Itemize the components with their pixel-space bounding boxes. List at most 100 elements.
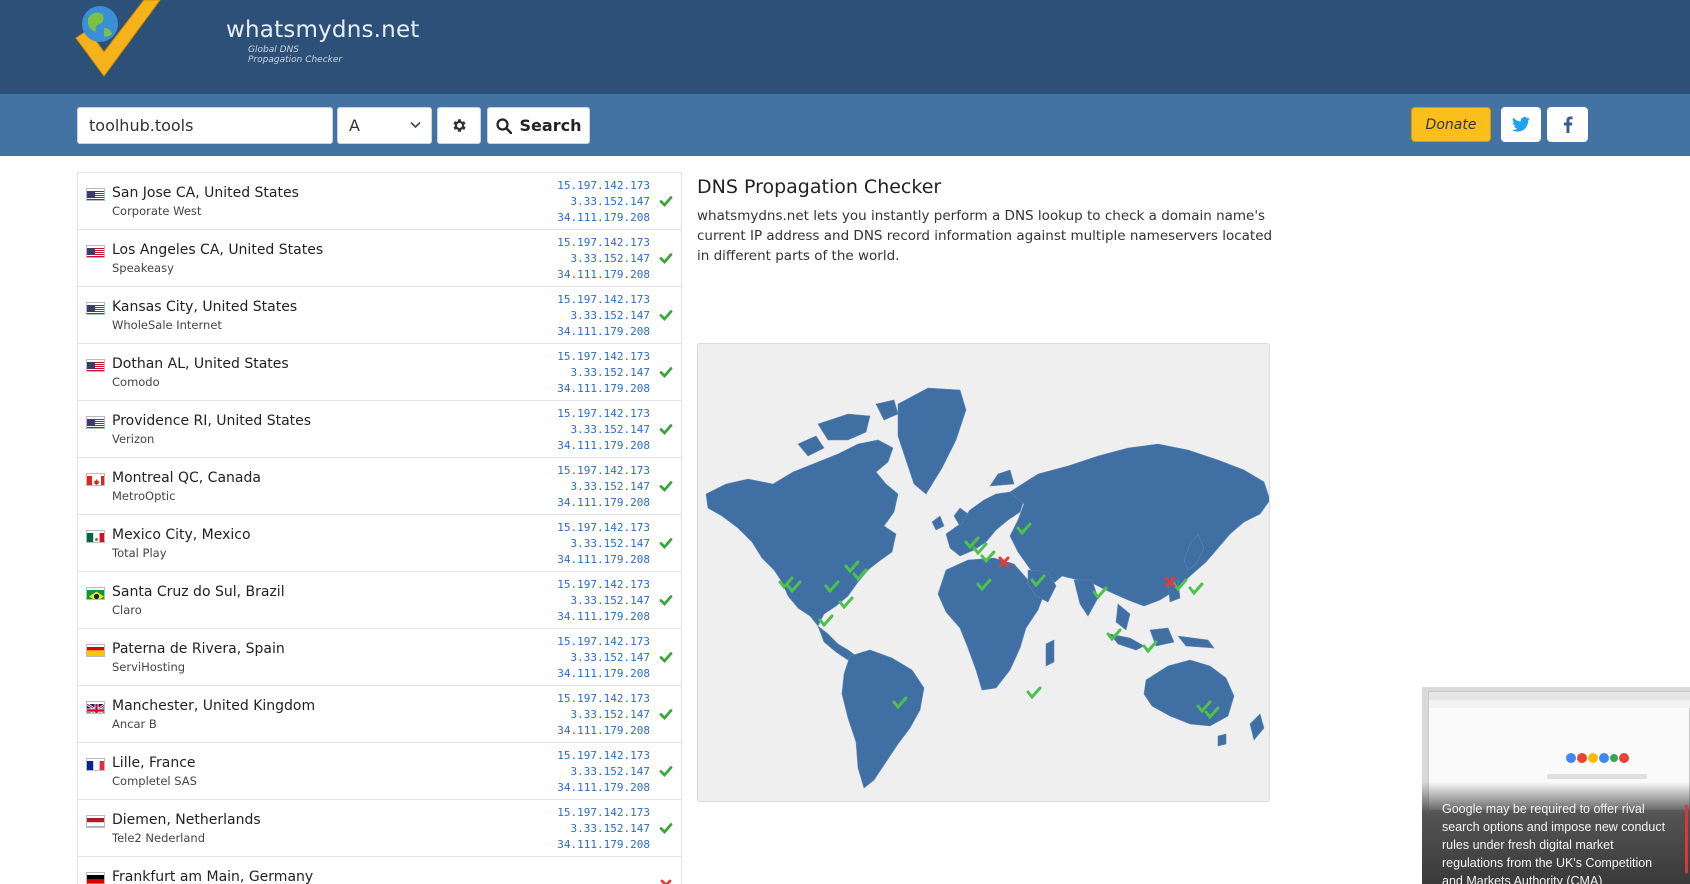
ip-list: 15.197.142.173 3.33.152.147 34.111.179.208 [557,235,650,283]
result-row[interactable]: Providence RI, United States Verizon 15.… [78,401,681,458]
ip-list: 15.197.142.173 3.33.152.147 34.111.179.208 [557,406,650,454]
result-row[interactable]: Paterna de Rivera, Spain ServiHosting 15… [78,629,681,686]
server-location: Los Angeles CA, United States [112,242,324,258]
flag-br-icon [86,587,105,600]
page-title: DNS Propagation Checker [697,176,942,198]
ip-address: 34.111.179.208 [557,781,650,794]
check-icon [659,421,673,436]
ip-address: 3.33.152.147 [570,480,650,493]
world-map[interactable] [697,343,1270,802]
settings-button[interactable] [437,107,481,144]
ip-address: 15.197.142.173 [557,407,650,420]
results-list: San Jose CA, United States Corporate Wes… [77,172,682,884]
chevron-down-icon [410,121,421,129]
result-row[interactable]: Montreal QC, Canada MetroOptic 15.197.14… [78,458,681,515]
server-location: Lille, France [112,755,196,771]
flag-de-icon [86,872,105,884]
ip-address: 34.111.179.208 [557,724,650,737]
ip-list: 15.197.142.173 3.33.152.147 34.111.179.208 [557,349,650,397]
domain-input[interactable] [77,107,333,144]
check-icon [659,193,673,208]
check-icon [659,307,673,322]
cross-icon [659,877,673,884]
logo-globe-check-icon [75,0,161,77]
ip-list: 15.197.142.173 3.33.152.147 34.111.179.208 [557,634,650,682]
flag-us-icon [86,302,105,315]
result-row[interactable]: Diemen, Netherlands Tele2 Nederland 15.1… [78,800,681,857]
server-provider: Claro [112,603,142,617]
result-row[interactable]: Manchester, United Kingdom Ancar B 15.19… [78,686,681,743]
ip-address: 15.197.142.173 [557,635,650,648]
ip-list: 15.197.142.173 3.33.152.147 34.111.179.208 [557,577,650,625]
ip-address: 3.33.152.147 [570,366,650,379]
record-type-value: A [349,116,360,135]
page-description: whatsmydns.net lets you instantly perfor… [697,208,1273,264]
ip-address: 15.197.142.173 [557,749,650,762]
server-location: Providence RI, United States [112,413,312,429]
ip-list: 15.197.142.173 3.33.152.147 34.111.179.208 [557,748,650,796]
ip-address: 15.197.142.173 [557,521,650,534]
flag-us-icon [86,188,105,201]
search-icon [495,117,512,134]
ip-address: 34.111.179.208 [557,838,650,851]
ip-address: 34.111.179.208 [557,553,650,566]
check-icon [659,820,673,835]
result-row[interactable]: Lille, France Completel SAS 15.197.142.1… [78,743,681,800]
ip-list: 15.197.142.173 3.33.152.147 34.111.179.208 [557,292,650,340]
check-icon [659,763,673,778]
server-location: Frankfurt am Main, Germany [112,869,314,884]
news-video-widget[interactable]: Google may be required to offer rival se… [1422,687,1690,884]
ip-address: 3.33.152.147 [570,651,650,664]
server-provider: WholeSale Internet [112,318,222,332]
ip-address: 15.197.142.173 [557,236,650,249]
ip-address: 34.111.179.208 [557,382,650,395]
ip-address: 15.197.142.173 [557,293,650,306]
ip-address: 15.197.142.173 [557,350,650,363]
server-location: Paterna de Rivera, Spain [112,641,285,657]
ip-address: 15.197.142.173 [557,806,650,819]
ip-address: 3.33.152.147 [570,252,650,265]
server-provider: Corporate West [112,204,202,218]
result-row[interactable]: Los Angeles CA, United States Speakeasy … [78,230,681,287]
news-progress-bar [1685,805,1688,873]
donate-button[interactable]: Donate [1411,107,1491,142]
result-row[interactable]: Kansas City, United States WholeSale Int… [78,287,681,344]
ip-address: 15.197.142.173 [557,578,650,591]
ip-address: 3.33.152.147 [570,423,650,436]
server-location: San Jose CA, United States [112,185,299,201]
server-location: Montreal QC, Canada [112,470,261,486]
result-row[interactable]: Frankfurt am Main, Germany DNS.Watch [78,857,681,884]
ip-address: 3.33.152.147 [570,765,650,778]
world-map-graphic [705,387,1269,789]
ip-address: 34.111.179.208 [557,268,650,281]
ip-address: 15.197.142.173 [557,692,650,705]
server-provider: Completel SAS [112,774,197,788]
result-row[interactable]: Santa Cruz do Sul, Brazil Claro 15.197.1… [78,572,681,629]
server-provider: Verizon [112,432,155,446]
server-provider: Tele2 Nederland [112,831,205,845]
flag-gb-icon [86,701,105,714]
server-location: Kansas City, United States [112,299,298,315]
facebook-button[interactable] [1547,107,1588,142]
server-provider: Speakeasy [112,261,174,275]
ip-address: 34.111.179.208 [557,325,650,338]
twitter-button[interactable] [1501,107,1541,142]
check-icon [659,706,673,721]
server-location: Manchester, United Kingdom [112,698,316,714]
result-row[interactable]: San Jose CA, United States Corporate Wes… [78,173,681,230]
result-row[interactable]: Mexico City, Mexico Total Play 15.197.14… [78,515,681,572]
search-button[interactable]: Search [487,107,590,144]
ip-address: 34.111.179.208 [557,496,650,509]
facebook-icon [1563,116,1573,133]
site-logo[interactable]: whatsmydns.net Global DNS Propagation Ch… [74,0,419,80]
record-type-select[interactable]: A [337,107,432,144]
logo-tagline: Global DNS Propagation Checker [248,45,343,65]
ip-address: 3.33.152.147 [570,309,650,322]
ip-list: 15.197.142.173 3.33.152.147 34.111.179.208 [557,805,650,853]
flag-nl-icon [86,815,105,828]
search-toolbar: A Search Donate [0,94,1690,156]
ip-list: 15.197.142.173 3.33.152.147 34.111.179.208 [557,520,650,568]
flag-ca-icon [86,473,105,486]
result-row[interactable]: Dothan AL, United States Comodo 15.197.1… [78,344,681,401]
site-header: whatsmydns.net Global DNS Propagation Ch… [0,0,1690,94]
